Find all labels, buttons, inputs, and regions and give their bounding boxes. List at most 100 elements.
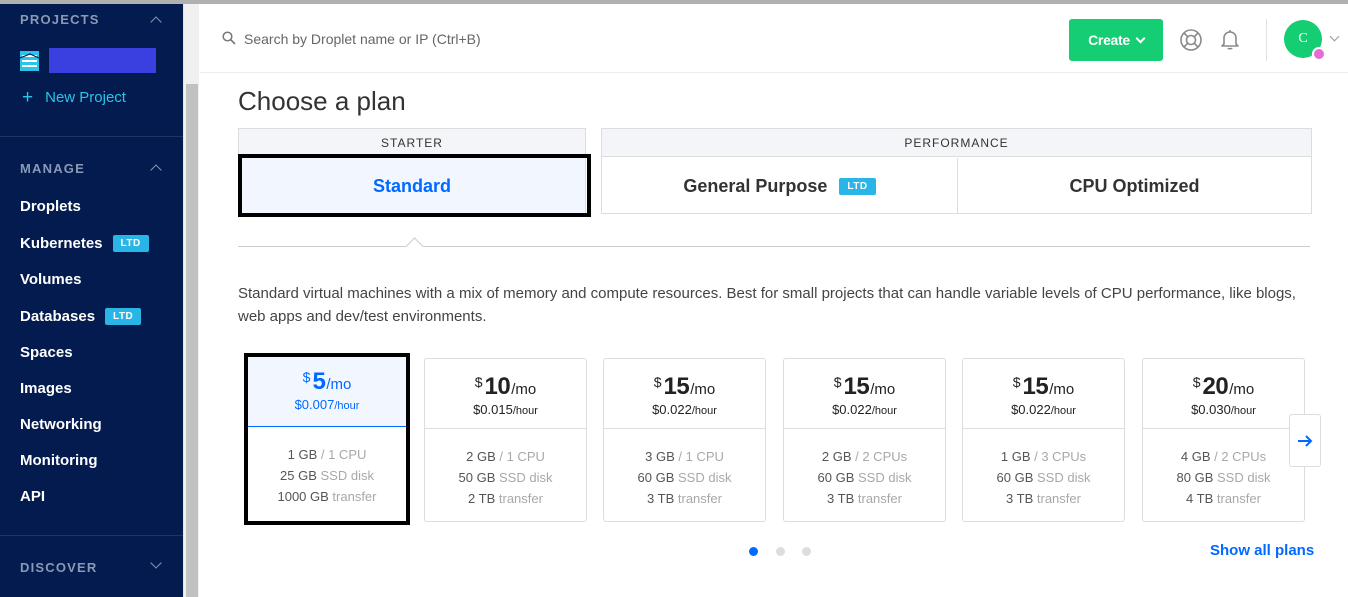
sidebar-item-volumes[interactable]: Volumes	[20, 271, 81, 288]
sidebar-item-spaces[interactable]: Spaces	[20, 344, 73, 361]
search-input[interactable]	[244, 28, 644, 50]
carousel-dot[interactable]	[776, 547, 785, 556]
sidebar-scrollbar[interactable]	[183, 4, 199, 597]
monthly-price: 15	[663, 373, 690, 400]
scrollbar-thumb[interactable]	[186, 84, 198, 597]
monthly-price: 10	[484, 373, 511, 400]
plan-card[interactable]: $ 15 /mo $0.022/hour 3 GB / 1 CPU 60 GB …	[603, 358, 766, 522]
new-project-link[interactable]: + New Project	[22, 88, 126, 107]
plan-price: $ 15 /mo $0.022/hour	[604, 359, 765, 429]
sidebar-item-monitoring[interactable]: Monitoring	[20, 452, 97, 469]
chevron-up-icon[interactable]	[150, 164, 162, 176]
plan-price: $ 15 /mo $0.022/hour	[963, 359, 1124, 429]
plan-card-selected[interactable]: $ 5 /mo $0.007/hour 1 GB / 1 CPU 25 GB S…	[244, 353, 410, 525]
carousel-dot-active[interactable]	[749, 547, 758, 556]
sidebar-item-label: API	[20, 488, 46, 505]
carousel-dot[interactable]	[802, 547, 811, 556]
memory-value: 3 GB	[645, 449, 675, 464]
performance-group: PERFORMANCE General Purpose LTD CPU Opti…	[601, 128, 1312, 214]
disk-unit: SSD disk	[674, 470, 732, 485]
chevron-down-icon[interactable]	[1329, 31, 1340, 42]
currency-symbol: $	[1192, 374, 1201, 390]
ltd-badge: LTD	[112, 235, 149, 252]
tab-cpu-optimized-label: CPU Optimized	[1069, 175, 1200, 196]
memory-value: 1 GB	[1000, 449, 1031, 464]
sidebar-item-label: Images	[20, 380, 72, 397]
cpu-value: / 2 CPUs	[1210, 449, 1267, 464]
page-title: Choose a plan	[238, 86, 406, 116]
sidebar-item-label: Kubernetes	[20, 235, 103, 252]
show-all-plans-link[interactable]: Show all plans	[1210, 542, 1314, 559]
sidebar-item-droplets[interactable]: Droplets	[20, 198, 81, 215]
sidebar-divider	[0, 535, 183, 536]
sidebar-item-api[interactable]: API	[20, 488, 45, 505]
disk-value: 25 GB	[280, 468, 317, 483]
selected-tab-pointer	[405, 237, 424, 256]
create-button-label: Create	[1088, 32, 1130, 48]
next-plans-button[interactable]	[1289, 414, 1321, 467]
sidebar-item-images[interactable]: Images	[20, 380, 72, 397]
memory-value: 2 GB	[466, 449, 496, 464]
chevron-up-icon[interactable]	[150, 16, 162, 28]
plan-card[interactable]: $ 15 /mo $0.022/hour 1 GB / 3 CPUs 60 GB…	[962, 358, 1125, 522]
cpu-value: / 1 CPU	[495, 449, 545, 464]
transfer-value: 3 TB	[647, 491, 675, 506]
hourly-price: $0.022	[1011, 402, 1051, 417]
selected-tab-outline	[238, 154, 591, 217]
plan-specs: 1 GB / 3 CPUs 60 GB SSD disk 3 TB transf…	[963, 429, 1124, 509]
disk-unit: SSD disk	[316, 468, 374, 483]
memory-value: 4 GB	[1180, 449, 1211, 464]
tab-general-purpose[interactable]: General Purpose LTD	[602, 158, 957, 214]
monthly-unit: /mo	[511, 381, 537, 398]
monthly-unit: /mo	[1049, 381, 1075, 398]
hourly-price: $0.015	[473, 402, 513, 417]
currency-symbol: $	[474, 374, 483, 390]
currency-symbol: $	[302, 369, 311, 385]
chevron-down-icon[interactable]	[150, 557, 162, 569]
disk-value: 60 GB	[637, 470, 675, 485]
project-name-redacted[interactable]	[49, 48, 156, 73]
create-button[interactable]: Create	[1069, 19, 1163, 61]
plan-specs: 1 GB / 1 CPU 25 GB SSD disk 1000 GB tran…	[248, 427, 406, 507]
plan-price: $ 10 /mo $0.015/hour	[425, 359, 586, 429]
plan-specs: 2 GB / 1 CPU 50 GB SSD disk 2 TB transfe…	[425, 429, 586, 509]
currency-symbol: $	[1012, 374, 1021, 390]
monthly-unit: /mo	[870, 381, 896, 398]
transfer-unit: transfer	[495, 491, 543, 506]
hourly-price: $0.022	[832, 402, 872, 417]
plan-card[interactable]: $ 10 /mo $0.015/hour 2 GB / 1 CPU 50 GB …	[424, 358, 587, 522]
monthly-price: 20	[1202, 373, 1229, 400]
new-project-label: New Project	[45, 89, 126, 106]
transfer-unit: transfer	[854, 491, 902, 506]
tab-general-purpose-label: General Purpose	[683, 175, 828, 196]
transfer-unit: transfer	[1033, 491, 1081, 506]
ltd-badge: LTD	[105, 308, 142, 325]
plan-card[interactable]: $ 15 /mo $0.022/hour 2 GB / 2 CPUs 60 GB…	[783, 358, 946, 522]
plan-specs: 2 GB / 2 CPUs 60 GB SSD disk 3 TB transf…	[784, 429, 945, 509]
discover-heading: DISCOVER	[20, 560, 98, 575]
sidebar-item-networking[interactable]: Networking	[20, 416, 102, 433]
hourly-unit: /hour	[1050, 405, 1076, 417]
sidebar-item-label: Spaces	[20, 344, 73, 361]
cpu-value: / 3 CPUs	[1030, 449, 1087, 464]
hourly-unit: /hour	[512, 405, 538, 417]
transfer-value: 3 TB	[1006, 491, 1034, 506]
bell-icon[interactable]	[1218, 27, 1242, 51]
disk-unit: SSD disk	[495, 470, 553, 485]
sidebar-item-kubernetes[interactable]: Kubernetes LTD	[20, 235, 149, 252]
sidebar-item-databases[interactable]: Databases LTD	[20, 308, 142, 325]
cpu-value: / 1 CPU	[674, 449, 724, 464]
monthly-price: 15	[1022, 373, 1049, 400]
tab-cpu-optimized[interactable]: CPU Optimized	[958, 158, 1311, 214]
disk-unit: SSD disk	[854, 470, 912, 485]
transfer-unit: transfer	[674, 491, 722, 506]
plan-price: $ 5 /mo $0.007/hour	[248, 357, 406, 427]
avatar-badge-icon	[1312, 47, 1326, 61]
sidebar-item-label: Droplets	[20, 198, 81, 215]
project-logo-icon	[20, 51, 39, 71]
sidebar-item-label: Monitoring	[20, 452, 98, 469]
lifebuoy-icon[interactable]	[1179, 28, 1203, 52]
plan-card[interactable]: $ 20 /mo $0.030/hour 4 GB / 2 CPUs 80 GB…	[1142, 358, 1305, 522]
memory-value: 2 GB	[821, 449, 852, 464]
hourly-price: $0.030	[1191, 402, 1231, 417]
